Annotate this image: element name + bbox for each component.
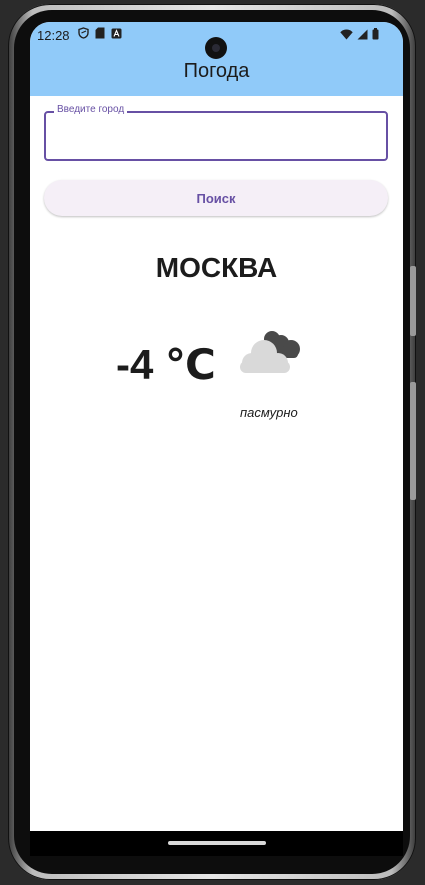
temperature: -4 ℃ — [116, 341, 216, 388]
shield-icon — [78, 27, 89, 39]
city-field[interactable]: Введите город — [44, 104, 388, 161]
a-badge-icon — [111, 28, 122, 38]
city-input[interactable] — [56, 123, 380, 151]
search-button[interactable]: Поиск — [44, 180, 388, 216]
status-time: 12:28 — [37, 28, 70, 43]
sd-card-icon — [95, 27, 105, 39]
city-name: МОСКВА — [155, 252, 278, 283]
weather-condition: пасмурно — [240, 405, 298, 420]
home-indicator[interactable] — [168, 841, 266, 845]
power-button — [410, 382, 416, 500]
city-field-label: Введите город — [54, 104, 128, 115]
status-icons-right — [340, 28, 379, 40]
volume-button — [410, 266, 416, 336]
status-icons-left — [78, 27, 122, 39]
screen: 12:28 Погода Введите город Поиск МОСКВА … — [30, 22, 403, 856]
front-camera — [205, 37, 227, 59]
wifi-icon — [340, 29, 353, 39]
navigation-bar — [30, 831, 403, 856]
app-bar: 12:28 Погода — [30, 22, 403, 96]
signal-icon — [357, 29, 368, 39]
battery-icon — [372, 28, 379, 40]
overcast-cloud-icon — [240, 331, 300, 373]
page-title: Погода — [183, 60, 250, 82]
